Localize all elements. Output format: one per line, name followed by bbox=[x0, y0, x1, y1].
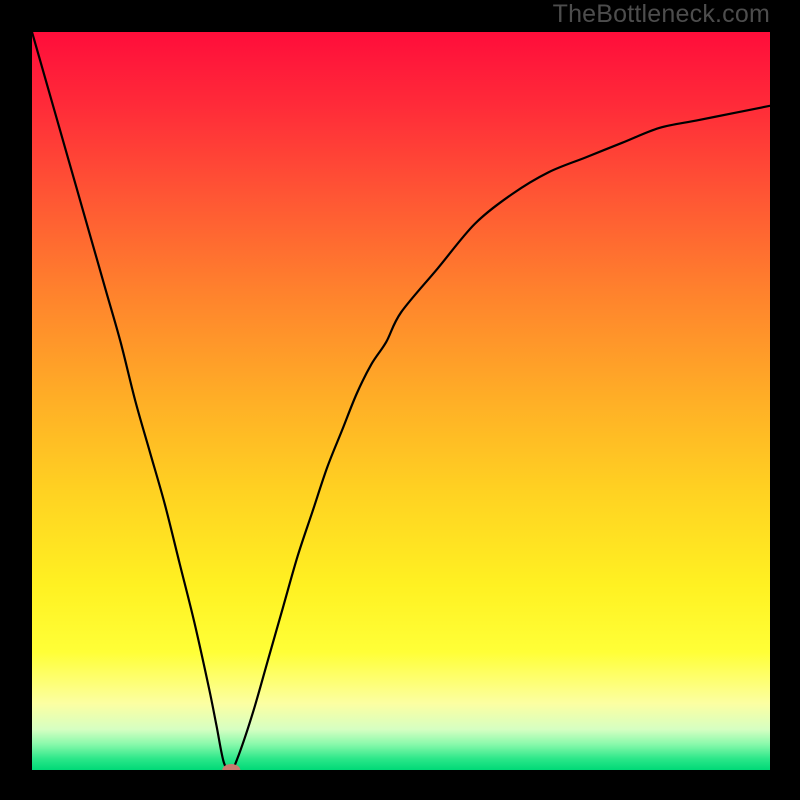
plot-area bbox=[32, 32, 770, 770]
chart-svg bbox=[32, 32, 770, 770]
bottleneck-chart: TheBottleneck.com bbox=[0, 0, 800, 800]
gradient-background bbox=[32, 32, 770, 770]
watermark-text: TheBottleneck.com bbox=[553, 0, 770, 29]
